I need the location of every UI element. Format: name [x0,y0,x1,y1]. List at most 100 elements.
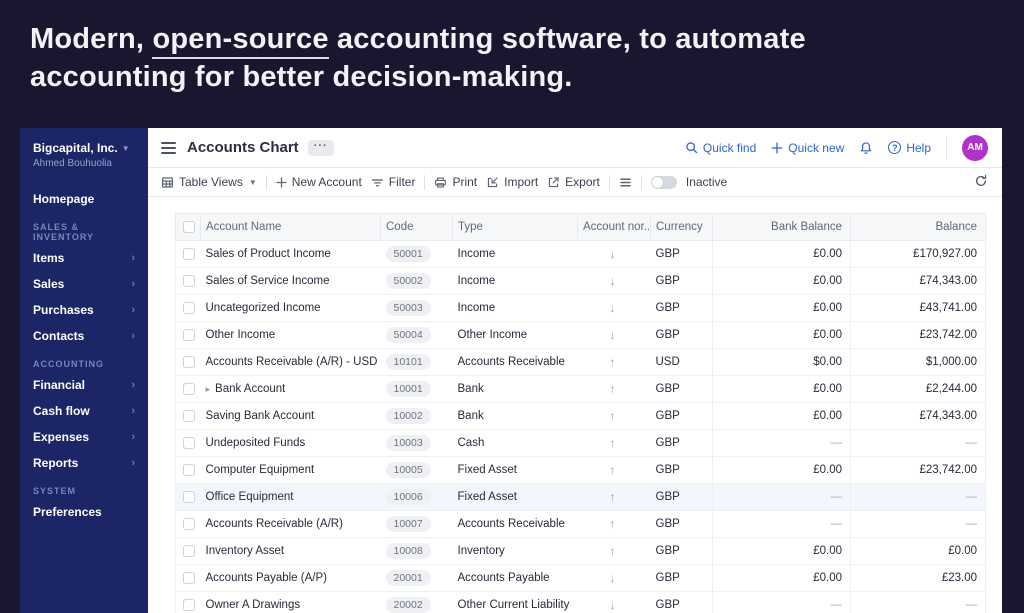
table-row[interactable]: Accounts Receivable (A/R) - USD 10101 Acco… [175,348,986,376]
row-checkbox[interactable] [183,437,195,449]
table-row[interactable]: Office Equipment 10006 Fixed Asset ↑ GBP — — [175,483,986,511]
organization-switcher[interactable]: Bigcapital, Inc. ▼ [20,141,148,155]
table-row[interactable]: Undeposited Funds 10003 Cash ↑ GBP — — [175,429,986,457]
column-header-account-normal[interactable]: Account nor... [577,213,651,241]
more-options-button[interactable]: ··· [307,139,334,156]
table-row[interactable]: Saving Bank Account 10002 Bank ↑ GBP £0.00 £74… [175,402,986,430]
account-name[interactable]: Owner A Drawings [206,599,301,611]
row-checkbox[interactable] [183,302,195,314]
account-name[interactable]: Inventory Asset [206,545,285,557]
notifications-button[interactable] [859,141,873,155]
column-header-bank-balance[interactable]: Bank Balance [712,213,851,241]
column-header-type[interactable]: Type [452,213,578,241]
row-density-button[interactable] [619,176,632,189]
sidebar-item-items[interactable]: Items › [20,245,148,271]
table-row[interactable]: Inventory Asset 10008 Inventory ↑ GBP £0.00 £0… [175,537,986,565]
sidebar-item-contacts[interactable]: Contacts › [20,323,148,349]
account-name[interactable]: Uncategorized Income [206,302,321,314]
row-checkbox[interactable] [183,572,195,584]
sidebar-item-financial[interactable]: Financial › [20,372,148,398]
hero-open-source-link[interactable]: open-source [152,23,329,59]
account-normal-cell: ↑ [577,429,651,457]
column-header-balance[interactable]: Balance [850,213,986,241]
account-name[interactable]: Computer Equipment [206,464,315,476]
account-name[interactable]: Office Equipment [206,491,294,503]
table-row[interactable]: Sales of Product Income 50001 Income ↓ GBP £0… [175,240,986,268]
row-checkbox[interactable] [183,545,195,557]
arrow-down-icon: ↓ [609,328,616,342]
sidebar-item-preferences[interactable]: Preferences [20,499,148,525]
column-header-code[interactable]: Code [380,213,453,241]
print-button[interactable]: Print [434,175,477,189]
account-name[interactable]: Accounts Receivable (A/R) [206,518,343,530]
table-content: Account Name Code Type Account nor... Cu… [148,197,1002,613]
export-icon [547,176,560,189]
row-checkbox[interactable] [183,491,195,503]
account-name[interactable]: Accounts Payable (A/P) [206,572,327,584]
table-row[interactable]: Accounts Payable (A/P) 20001 Accounts Paya… [175,564,986,592]
import-button[interactable]: Import [486,175,538,189]
row-checkbox-cell [175,456,201,484]
table-row[interactable]: Uncategorized Income 50003 Income ↓ GBP £0.00… [175,294,986,322]
toolbar-divider [424,174,426,190]
account-currency: GBP [650,267,713,295]
table-row[interactable]: Accounts Receivable (A/R) 10007 Accounts R… [175,510,986,538]
sidebar-item-expenses[interactable]: Expenses › [20,424,148,450]
row-checkbox[interactable] [183,518,195,530]
row-checkbox[interactable] [183,356,195,368]
sidebar-item-purchases[interactable]: Purchases › [20,297,148,323]
account-name[interactable]: Saving Bank Account [206,410,315,422]
row-checkbox[interactable] [183,275,195,287]
account-name[interactable]: Sales of Product Income [206,248,331,260]
user-avatar[interactable]: AM [962,134,988,161]
select-all-checkbox[interactable] [183,221,195,233]
table-row[interactable]: Sales of Service Income 50002 Income ↓ GBP £0… [175,267,986,295]
sidebar-item-sales[interactable]: Sales › [20,271,148,297]
account-name-cell: Uncategorized Income [200,294,381,322]
export-button[interactable]: Export [547,175,600,189]
sidebar-item-homepage[interactable]: Homepage [20,186,148,212]
row-checkbox[interactable] [183,329,195,341]
accounts-table-body: Sales of Product Income 50001 Income ↓ GBP £0… [175,240,986,613]
help-button[interactable]: ? Help [888,141,931,155]
table-row[interactable]: Owner A Drawings 20002 Other Current Liabi… [175,591,986,613]
account-name[interactable]: Undeposited Funds [206,437,306,449]
help-label: Help [906,140,931,155]
account-type: Other Current Liability [452,591,578,613]
table-row[interactable]: Computer Equipment 10005 Fixed Asset ↑ GBP £0… [175,456,986,484]
row-checkbox[interactable] [183,410,195,422]
table-row[interactable]: Other Income 50004 Other Income ↓ GBP £0.00 £2… [175,321,986,349]
bank-balance: — [712,429,851,457]
column-header-currency[interactable]: Currency [650,213,713,241]
row-checkbox[interactable] [183,464,195,476]
quick-new-button[interactable]: Quick new [771,141,844,155]
print-label: Print [452,175,478,189]
arrow-up-icon: ↑ [609,436,616,450]
new-account-button[interactable]: New Account [276,175,362,189]
bank-balance: $0.00 [712,348,851,376]
account-code-cell: 10003 [380,429,453,457]
table-views-button[interactable]: Table Views ▼ [161,175,257,189]
sidebar-item-label: Contacts [33,329,85,343]
sidebar-toggle-icon[interactable] [161,141,176,154]
inactive-toggle[interactable] [650,175,677,189]
row-checkbox-cell [175,321,201,349]
sidebar-item-reports[interactable]: Reports › [20,450,148,476]
expand-icon[interactable]: ▸ [206,384,211,394]
quick-find-button[interactable]: Quick find [685,141,756,155]
account-name[interactable]: Other Income [206,329,276,341]
account-name[interactable]: Bank Account [215,383,285,395]
row-checkbox[interactable] [183,248,195,260]
sidebar-item-cash-flow[interactable]: Cash flow › [20,398,148,424]
account-code-badge: 10003 [385,434,431,452]
refresh-button[interactable] [974,174,988,191]
table-row[interactable]: ▸ Bank Account 10001 Bank ↑ GBP £0.00 £2,244.00 [175,375,986,403]
sidebar-section-system: SYSTEM [33,486,77,496]
account-name[interactable]: Sales of Service Income [206,275,330,287]
column-header-account-name[interactable]: Account Name [200,213,381,241]
account-name-cell: Other Income [200,321,381,349]
row-checkbox[interactable] [183,383,195,395]
account-name[interactable]: Accounts Receivable (A/R) - USD [206,356,378,368]
filter-button[interactable]: Filter [371,175,415,189]
row-checkbox[interactable] [183,599,195,611]
